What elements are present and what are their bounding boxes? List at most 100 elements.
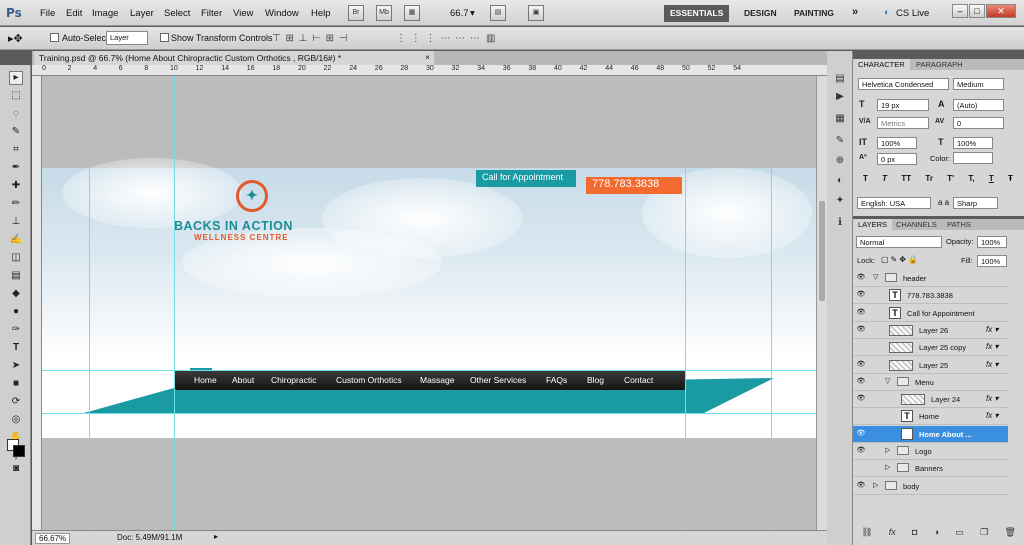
menu-filter[interactable]: Filter bbox=[201, 8, 222, 19]
layer-row[interactable]: 👁 Layer 24 fx ▾ bbox=[853, 391, 1008, 409]
layer-row[interactable]: ▷ Banners bbox=[853, 460, 1008, 478]
visibility-eye-icon[interactable] bbox=[856, 411, 866, 421]
font-size-input[interactable]: 19 px bbox=[877, 99, 929, 111]
tab-channels[interactable]: CHANNELS bbox=[891, 219, 942, 230]
trash-icon[interactable]: 🗑 bbox=[1004, 527, 1015, 545]
zoom-field[interactable]: 66.67% bbox=[35, 533, 71, 544]
scroll-thumb[interactable] bbox=[819, 201, 825, 301]
quick-mask-icon[interactable]: ◙ bbox=[9, 463, 23, 477]
layer-row[interactable]: 👁 ▷ Logo bbox=[853, 443, 1008, 460]
quick-select-tool-icon[interactable]: ✎ bbox=[9, 126, 23, 140]
history-icon[interactable]: ▤ bbox=[833, 73, 847, 86]
visibility-eye-icon[interactable]: 👁 bbox=[856, 290, 866, 300]
auto-align-icon[interactable]: ▥ bbox=[486, 33, 496, 44]
history-brush-tool-icon[interactable]: ✍ bbox=[9, 234, 23, 248]
nav-blog[interactable]: Blog bbox=[587, 375, 604, 385]
baseline-input[interactable]: 0 px bbox=[877, 153, 917, 165]
horizontal-scale-input[interactable]: 100% bbox=[953, 137, 993, 149]
layer-effects-icon[interactable]: fx ▾ bbox=[986, 342, 998, 351]
menu-window[interactable]: Window bbox=[265, 8, 299, 19]
layer-effects-icon[interactable]: fx ▾ bbox=[986, 411, 998, 420]
faux-italic-button[interactable]: T bbox=[882, 174, 887, 183]
auto-select-checkbox[interactable] bbox=[50, 33, 59, 44]
chevron-down-icon[interactable]: ▾ bbox=[470, 8, 475, 19]
layer-effects-icon[interactable]: fx ▾ bbox=[986, 394, 998, 403]
antialias-select[interactable]: Sharp bbox=[953, 197, 998, 209]
font-family-select[interactable]: Helvetica Condensed bbox=[858, 78, 949, 90]
nav-other-services[interactable]: Other Services bbox=[470, 375, 526, 385]
menu-edit[interactable]: Edit bbox=[66, 8, 82, 19]
layer-effects-icon[interactable]: fx ▾ bbox=[986, 360, 998, 369]
mask-icon[interactable]: ◘ bbox=[912, 527, 917, 545]
auto-select-dropdown[interactable]: Layer bbox=[106, 31, 148, 45]
nav-about[interactable]: About bbox=[232, 375, 254, 385]
nav-chiropractic[interactable]: Chiropractic bbox=[271, 375, 316, 385]
brush-tool-icon[interactable]: ✏ bbox=[9, 198, 23, 212]
menu-select[interactable]: Select bbox=[164, 8, 190, 19]
tab-paths[interactable]: PATHS bbox=[942, 219, 976, 230]
layer-effects-icon[interactable]: fx ▾ bbox=[986, 325, 998, 334]
fx-icon[interactable]: fx bbox=[889, 527, 896, 545]
path-select-tool-icon[interactable]: ➤ bbox=[9, 360, 23, 374]
swatches-icon[interactable]: ▦ bbox=[833, 113, 847, 126]
guide[interactable] bbox=[42, 413, 816, 414]
3d-orbit-tool-icon[interactable]: ◎ bbox=[9, 414, 23, 428]
layer-row[interactable]: 👁 Layer 26 fx ▾ bbox=[853, 322, 1008, 339]
tracking-input[interactable]: 0 bbox=[953, 117, 1004, 129]
visibility-eye-icon[interactable]: 👁 bbox=[856, 325, 866, 335]
pen-tool-icon[interactable]: ✑ bbox=[9, 324, 23, 338]
guide[interactable] bbox=[771, 76, 772, 530]
shape-tool-icon[interactable]: ■ bbox=[9, 378, 23, 392]
layer-row[interactable]: 👁 T Home About ... bbox=[853, 425, 1008, 443]
workspace-painting[interactable]: PAINTING bbox=[788, 5, 840, 22]
screen-mode-icon[interactable]: ▣ bbox=[528, 5, 544, 21]
styles-icon[interactable]: ✦ bbox=[833, 195, 847, 208]
visibility-eye-icon[interactable]: 👁 bbox=[856, 377, 866, 387]
visibility-eye-icon[interactable] bbox=[856, 463, 866, 473]
status-menu-icon[interactable]: ▸ bbox=[214, 532, 218, 541]
close-tab-icon[interactable]: × bbox=[425, 52, 430, 62]
all-caps-button[interactable]: TT bbox=[901, 174, 911, 183]
guide[interactable] bbox=[685, 76, 686, 530]
vertical-scrollbar[interactable] bbox=[816, 76, 827, 530]
menu-image[interactable]: Image bbox=[92, 8, 118, 19]
zoom-level[interactable]: 66.7 bbox=[450, 8, 469, 19]
nav-home[interactable]: Home bbox=[194, 375, 217, 385]
move-tool-icon[interactable]: ▸ bbox=[9, 71, 23, 85]
stamp-tool-icon[interactable]: ⊥ bbox=[9, 216, 23, 230]
blend-mode-select[interactable]: Normal bbox=[856, 236, 942, 248]
marquee-tool-icon[interactable]: ⬚ bbox=[9, 90, 23, 104]
expand-triangle-icon[interactable]: ▷ bbox=[885, 446, 890, 454]
tab-layers[interactable]: LAYERS bbox=[853, 219, 893, 230]
link-icon[interactable]: ⛓ bbox=[861, 527, 872, 545]
visibility-eye-icon[interactable]: 👁 bbox=[856, 308, 866, 318]
align-icons[interactable]: ⊤ ⊞ ⊥ ⊢ ⊞ ⊣ bbox=[272, 33, 349, 44]
group-icon[interactable]: ▭ bbox=[955, 527, 964, 545]
tab-character[interactable]: CHARACTER bbox=[853, 59, 910, 70]
menu-view[interactable]: View bbox=[233, 8, 253, 19]
menu-layer[interactable]: Layer bbox=[130, 8, 154, 19]
underline-button[interactable]: T bbox=[989, 174, 994, 183]
language-select[interactable]: English: USA bbox=[857, 197, 931, 209]
vertical-scale-input[interactable]: 100% bbox=[877, 137, 917, 149]
bridge-button[interactable]: Br bbox=[348, 5, 364, 21]
info-icon[interactable]: ℹ bbox=[833, 217, 847, 230]
cs-live-icon[interactable]: ◐ bbox=[884, 7, 890, 18]
small-caps-button[interactable]: Tr bbox=[925, 174, 933, 183]
actions-icon[interactable]: ▶ bbox=[833, 91, 847, 104]
nav-massage[interactable]: Massage bbox=[420, 375, 455, 385]
transform-controls-checkbox[interactable] bbox=[160, 33, 169, 44]
nav-faqs[interactable]: FAQs bbox=[546, 375, 567, 385]
opacity-input[interactable]: 100% bbox=[977, 236, 1007, 248]
adjustment-icon[interactable]: ◑ bbox=[934, 527, 939, 545]
more-workspaces-icon[interactable]: » bbox=[846, 3, 864, 20]
expand-triangle-icon[interactable]: ▽ bbox=[873, 273, 878, 281]
workspace-design[interactable]: DESIGN bbox=[738, 5, 783, 22]
fill-input[interactable]: 100% bbox=[977, 255, 1007, 267]
blur-tool-icon[interactable]: ◆ bbox=[9, 288, 23, 302]
background-color-swatch[interactable] bbox=[13, 445, 25, 457]
nav-custom-orthotics[interactable]: Custom Orthotics bbox=[336, 375, 402, 385]
expand-triangle-icon[interactable]: ▷ bbox=[873, 481, 878, 489]
canvas-area[interactable]: Call for Appointment 778.783.3838 ✦ BACK… bbox=[42, 76, 816, 530]
extras-icon[interactable]: ▦ bbox=[404, 5, 420, 21]
